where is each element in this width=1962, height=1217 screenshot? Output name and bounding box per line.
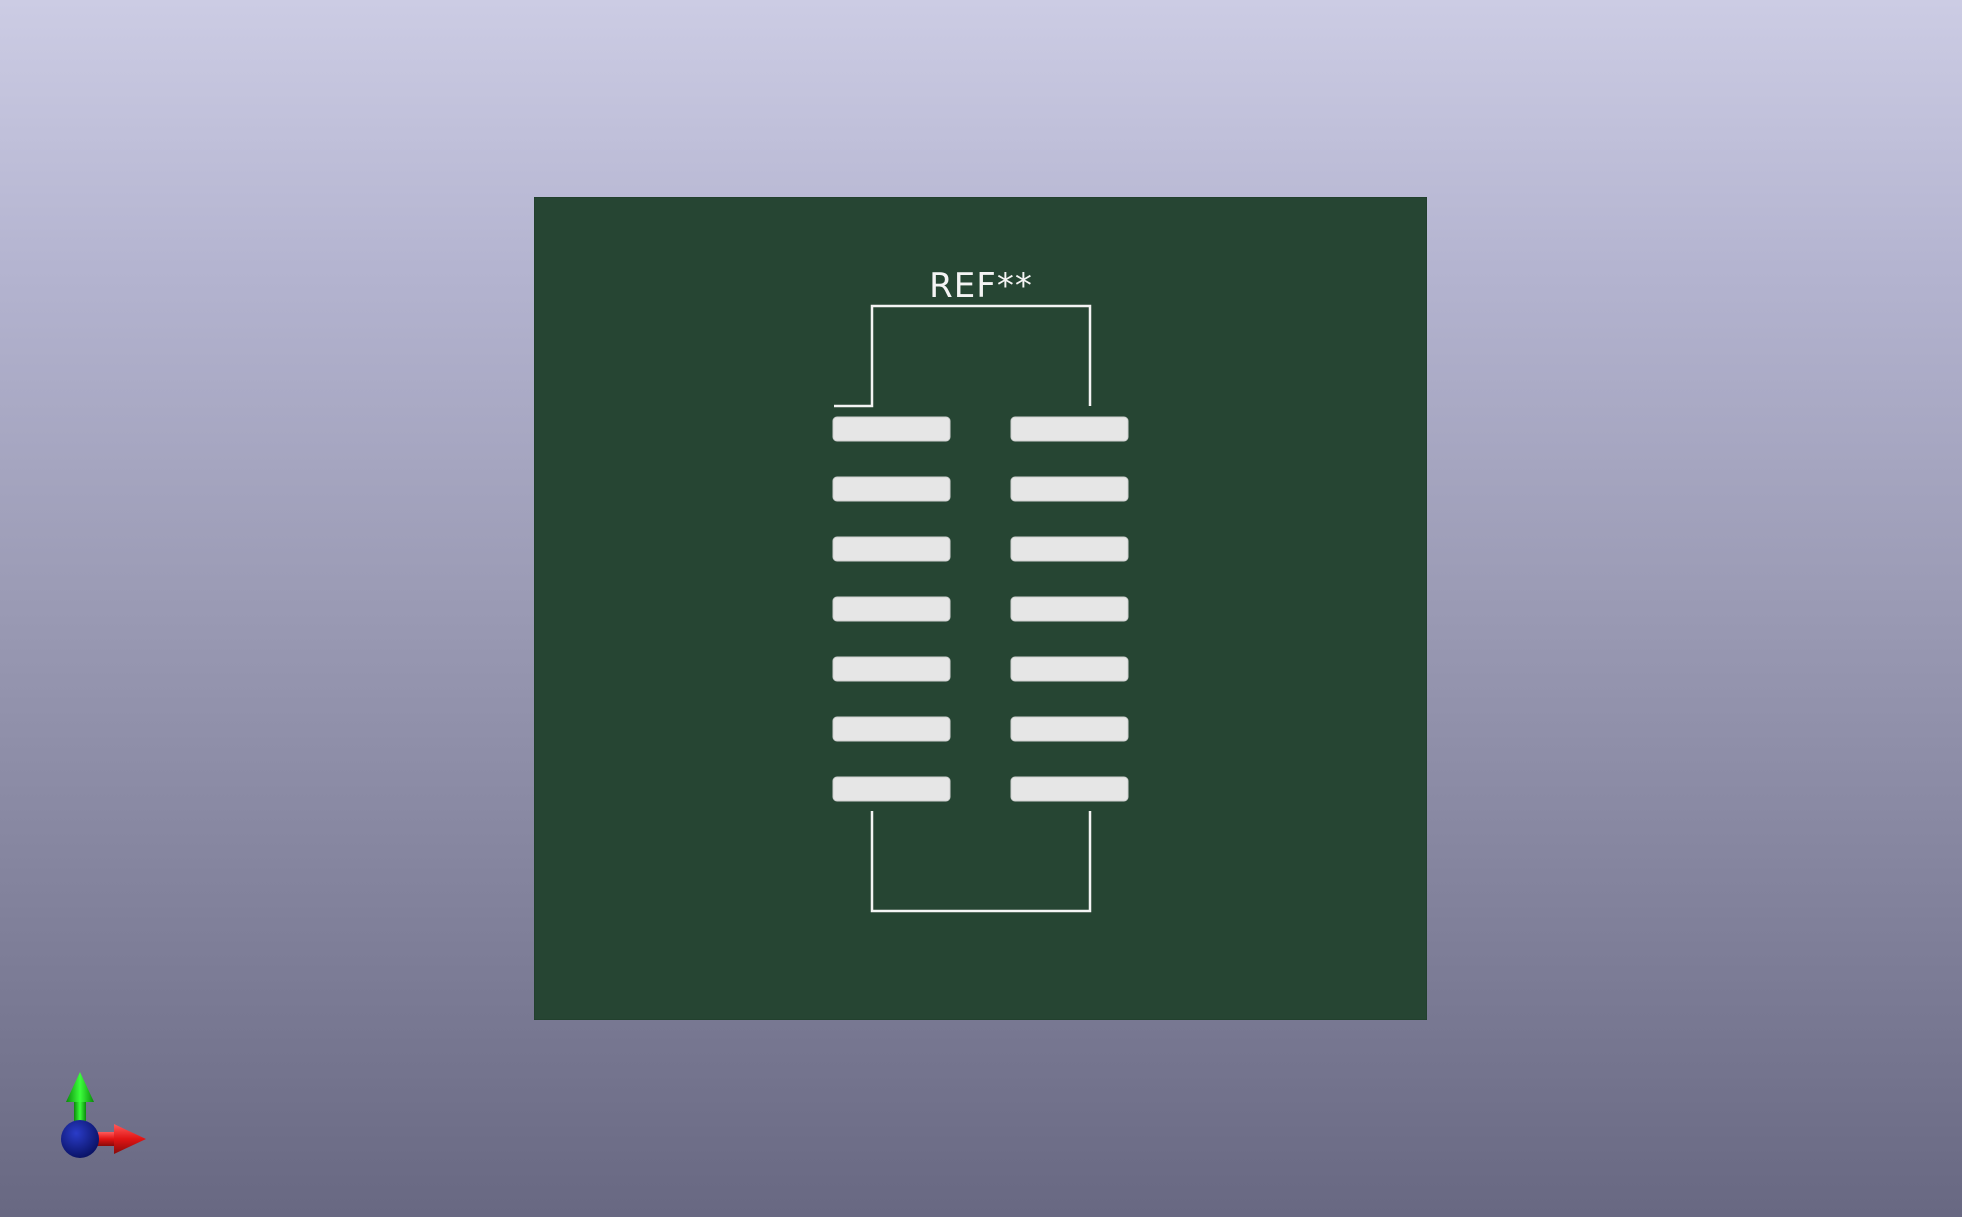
z-axis-sphere-icon [61,1120,99,1158]
reference-designator: REF** [929,266,1033,306]
smd-pad-2[interactable] [832,476,951,502]
smd-pad-4[interactable] [832,596,951,622]
smd-pad-9[interactable] [1010,716,1129,742]
smd-pad-14[interactable] [1010,416,1129,442]
axis-gizmo [61,1072,146,1158]
smd-pad-12[interactable] [1010,536,1129,562]
board-substrate [534,197,1427,1020]
smd-pad-3[interactable] [832,536,951,562]
pcb-board[interactable]: REF** [534,197,1427,1020]
smd-pad-1[interactable] [832,416,951,442]
smd-pad-10[interactable] [1010,656,1129,682]
3d-viewport[interactable]: REF** [0,0,1962,1217]
smd-pad-13[interactable] [1010,476,1129,502]
smd-pad-8[interactable] [1010,776,1129,802]
smd-pad-11[interactable] [1010,596,1129,622]
smd-pad-6[interactable] [832,716,951,742]
smd-pad-5[interactable] [832,656,951,682]
smd-pad-7[interactable] [832,776,951,802]
